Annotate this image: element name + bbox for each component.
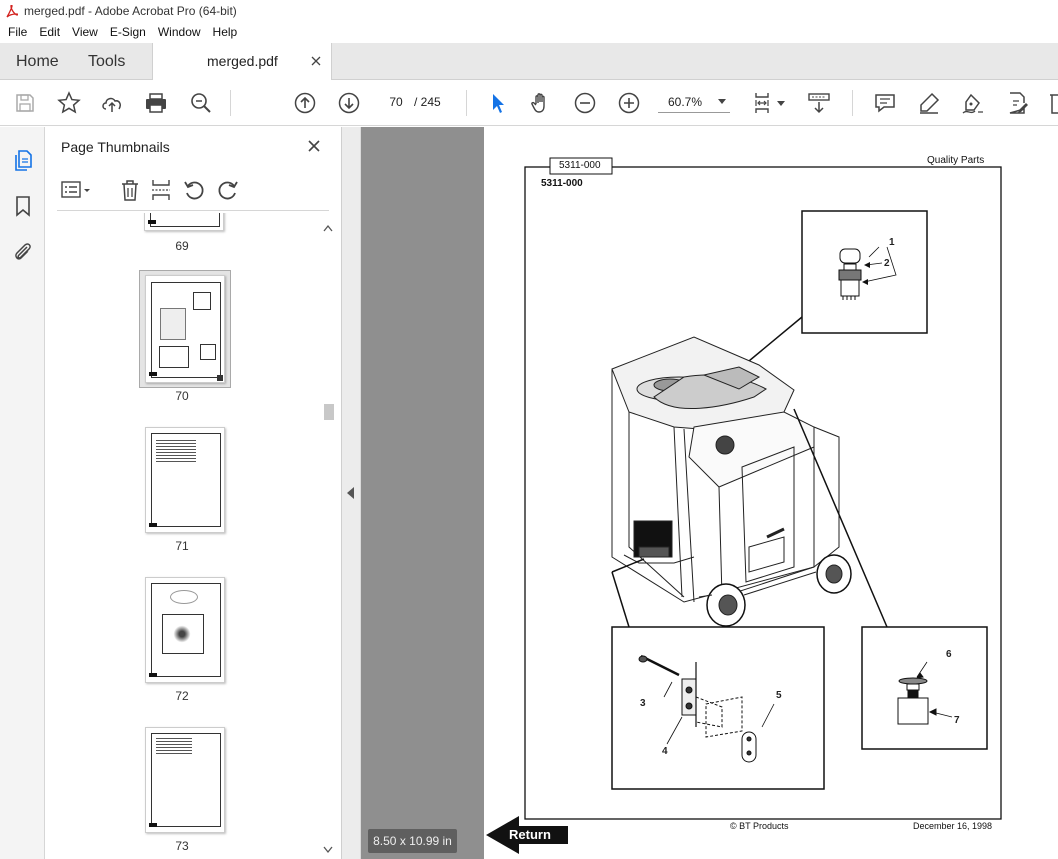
highlight-pen-icon[interactable] bbox=[917, 91, 941, 115]
truck-isometric-drawing bbox=[611, 336, 852, 627]
bookmarks-icon[interactable] bbox=[11, 194, 35, 218]
document-viewer[interactable]: 5311-000 5311-000 Quality Parts 1 2 3 4 … bbox=[361, 127, 1058, 859]
thumbnail-scrollbar[interactable] bbox=[321, 219, 335, 859]
page-thumbnails-panel: Page Thumbnails 69 70 71 72 73 bbox=[45, 127, 342, 859]
menu-bar: File Edit View E-Sign Window Help bbox=[0, 22, 1058, 43]
thumbnail-page-number: 70 bbox=[175, 389, 189, 403]
menu-esign[interactable]: E-Sign bbox=[104, 22, 152, 43]
comment-icon[interactable] bbox=[873, 91, 897, 115]
close-panel-icon[interactable] bbox=[307, 139, 321, 153]
toolbar-separator bbox=[466, 90, 467, 116]
page-tab-label: 5311-000 bbox=[559, 160, 601, 171]
callout-2: 2 bbox=[884, 258, 890, 269]
tab-document-label: merged.pdf bbox=[207, 53, 278, 69]
title-bar: merged.pdf - Adobe Acrobat Pro (64-bit) bbox=[0, 0, 1058, 22]
menu-edit[interactable]: Edit bbox=[33, 22, 66, 43]
zoom-search-icon[interactable] bbox=[189, 91, 213, 115]
callout-5: 5 bbox=[776, 690, 782, 701]
tab-document[interactable]: merged.pdf bbox=[152, 43, 332, 81]
callout-1: 1 bbox=[889, 237, 895, 248]
insert-page-icon[interactable] bbox=[150, 179, 172, 201]
previous-page-icon[interactable] bbox=[293, 91, 317, 115]
print-icon[interactable] bbox=[144, 91, 168, 115]
callout-7: 7 bbox=[954, 715, 960, 726]
thumbnail-page-number: 71 bbox=[175, 539, 189, 553]
header-quality-parts: Quality Parts bbox=[927, 155, 985, 166]
navigation-rail bbox=[0, 127, 45, 859]
page-display-icon[interactable] bbox=[752, 91, 776, 115]
options-menu-icon[interactable] bbox=[61, 179, 91, 201]
page-canvas bbox=[486, 157, 1002, 854]
menu-window[interactable]: Window bbox=[152, 22, 207, 43]
page-number-input[interactable] bbox=[380, 91, 412, 113]
panel-title: Page Thumbnails bbox=[61, 139, 170, 155]
page-thumbnails-icon[interactable] bbox=[11, 148, 35, 172]
thumbnail-page-number: 69 bbox=[175, 239, 189, 253]
panel-collapse-strip[interactable] bbox=[342, 127, 361, 859]
zoom-out-icon[interactable] bbox=[573, 91, 597, 115]
window-title: merged.pdf - Adobe Acrobat Pro (64-bit) bbox=[24, 4, 237, 18]
main-toolbar: / 245 60.7% bbox=[0, 80, 1058, 126]
zoom-in-icon[interactable] bbox=[617, 91, 641, 115]
acrobat-logo-icon bbox=[6, 4, 18, 17]
menu-file[interactable]: File bbox=[2, 22, 33, 43]
tab-bar: Home Tools merged.pdf bbox=[0, 43, 1058, 81]
page-size-badge: 8.50 x 10.99 in bbox=[368, 829, 457, 853]
upload-cloud-icon[interactable] bbox=[100, 91, 124, 115]
next-page-icon[interactable] bbox=[337, 91, 361, 115]
attachments-paperclip-icon[interactable] bbox=[11, 240, 35, 264]
thumbnail-toolbar bbox=[57, 175, 329, 211]
tab-tools[interactable]: Tools bbox=[88, 43, 125, 80]
menu-help[interactable]: Help bbox=[207, 22, 244, 43]
scroll-mode-icon[interactable] bbox=[807, 91, 831, 115]
page-count: / 245 bbox=[414, 95, 441, 109]
close-tab-icon[interactable] bbox=[309, 54, 323, 68]
pdf-page: 5311-000 5311-000 Quality Parts 1 2 3 4 … bbox=[484, 127, 1058, 859]
thumbnail-page-number: 73 bbox=[175, 839, 189, 853]
bookmark-star-icon[interactable] bbox=[57, 91, 81, 115]
callout-3: 3 bbox=[640, 698, 646, 709]
callout-6: 6 bbox=[946, 649, 952, 660]
callout-4: 4 bbox=[662, 746, 668, 757]
footer-date: December 16, 1998 bbox=[913, 821, 993, 831]
more-tools-icon[interactable] bbox=[1046, 91, 1058, 115]
zoom-level-dropdown[interactable]: 60.7% bbox=[658, 91, 730, 113]
chevron-down-icon bbox=[718, 99, 726, 104]
rotate-clockwise-icon[interactable] bbox=[217, 179, 239, 201]
toolbar-separator bbox=[230, 90, 231, 116]
chevron-down-icon[interactable] bbox=[777, 101, 785, 106]
drive-wheel bbox=[816, 554, 852, 594]
footer-copyright: © BT Products bbox=[730, 821, 789, 831]
zoom-level-value: 60.7% bbox=[668, 95, 703, 109]
toolbar-separator bbox=[852, 90, 853, 116]
rotate-counterclockwise-icon[interactable] bbox=[183, 179, 205, 201]
delete-page-icon[interactable] bbox=[119, 179, 141, 201]
thumbnail-page-number: 72 bbox=[175, 689, 189, 703]
collapse-arrow-icon[interactable] bbox=[347, 487, 355, 499]
save-icon[interactable] bbox=[13, 91, 37, 115]
part-number: 5311-000 bbox=[541, 178, 583, 189]
caster-wheel bbox=[706, 583, 746, 627]
menu-view[interactable]: View bbox=[66, 22, 104, 43]
tab-home[interactable]: Home bbox=[16, 43, 59, 80]
thumbnail-list: 69 70 71 72 73 bbox=[57, 213, 319, 853]
return-button[interactable]: Return bbox=[509, 827, 551, 842]
sign-pen-icon[interactable] bbox=[961, 91, 985, 115]
hand-tool-icon[interactable] bbox=[529, 91, 553, 115]
edit-pdf-icon[interactable] bbox=[1005, 91, 1029, 115]
select-cursor-icon[interactable] bbox=[486, 91, 510, 115]
